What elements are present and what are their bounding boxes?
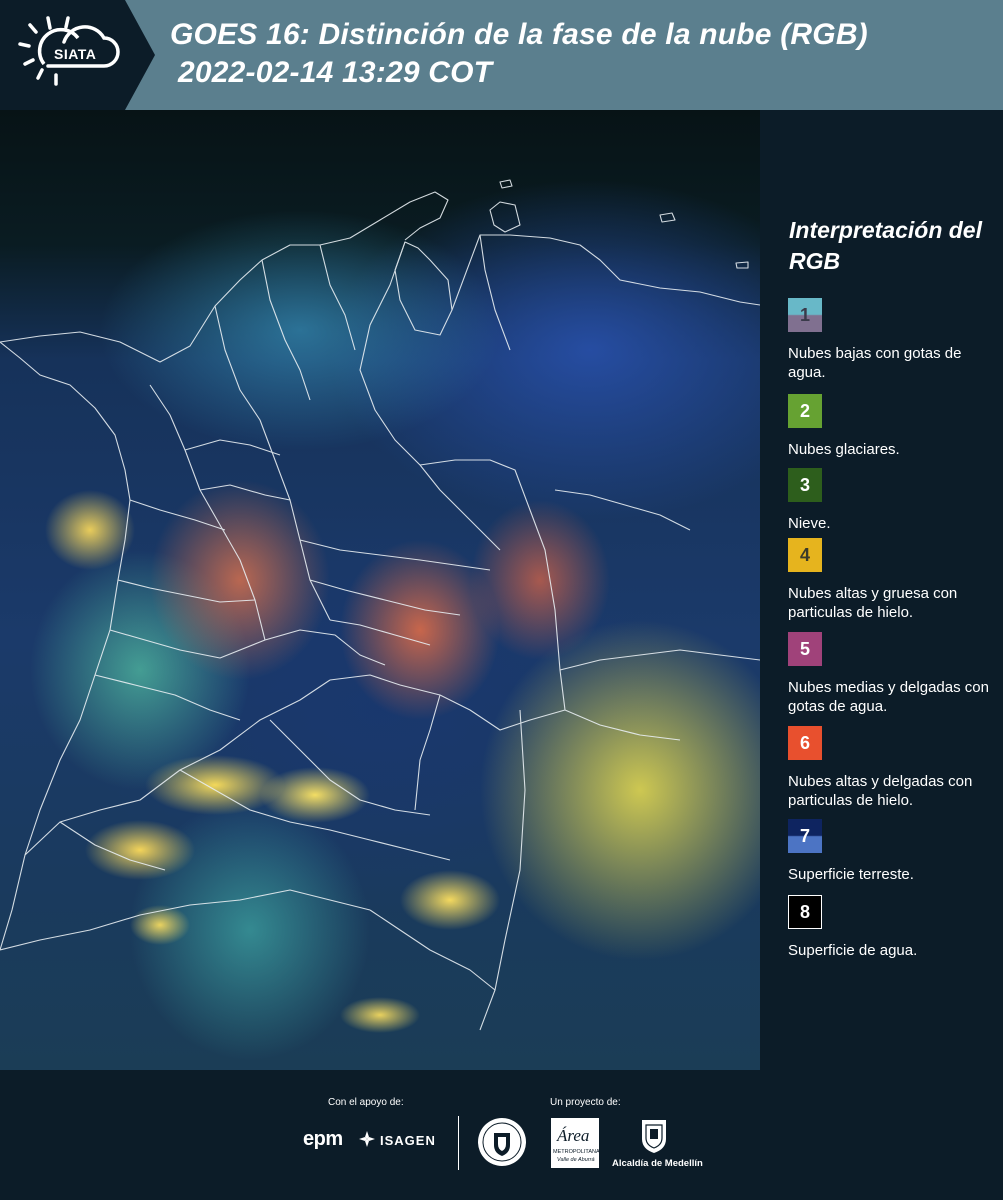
medellin-seal-icon [478,1118,526,1166]
legend-item-5: 5 Nubes medias y delgadas con gotas de a… [788,632,1003,716]
legend-description-2: Nubes glaciares. [788,441,900,458]
legend-swatch-8: 8 [788,895,822,929]
siata-logo: SIATA [0,0,155,110]
legend-item-2: 2 Nubes glaciares. [788,394,1003,459]
title-line-1: GOES 16: Distinción de la fase de la nub… [170,18,868,51]
legend-swatch-2: 2 [788,394,822,428]
epm-logo: epm [303,1128,343,1150]
legend-swatch-7: 7 [788,819,822,853]
support-label: Con el apoyo de: [328,1097,404,1108]
project-label: Un proyecto de: [550,1097,621,1108]
legend-description-4: Nubes altas y gruesa con particulas de h… [788,585,958,621]
legend-title: Interpretación del RGB [789,217,982,274]
footer-divider [458,1116,459,1170]
logo-text: SIATA [54,46,97,62]
legend-number-2: 2 [799,400,810,421]
title-line-2: 2022-02-14 13:29 COT [178,56,493,89]
satellite-map[interactable] [0,110,760,1070]
legend-description-7: Superficie terreste. [788,866,914,883]
legend-item-7: 7 Superficie terreste. [788,819,1003,884]
legend-item-4: 4 Nubes altas y gruesa con particulas de… [788,538,1003,622]
legend-item-8: 8 Superficie de agua. [788,895,1003,960]
legend-item-6: 6 Nubes altas y delgadas con particulas … [788,726,1003,810]
legend-item-3: 3 Nieve. [788,468,1003,533]
legend-number-8: 8 [799,901,810,922]
legend-number-5: 5 [799,638,810,659]
legend-description-5: Nubes medias y delgadas con gotas de agu… [788,679,989,715]
legend-swatch-3: 3 [788,468,822,502]
rgb-legend: Interpretación del RGB 1 Nubes bajas con… [760,110,1003,1070]
legend-swatch-1: 1 [788,298,822,332]
area-logo-sub2: Valle de Aburrá [557,1157,595,1163]
isagen-logo: ISAGEN [380,1133,436,1148]
country-borders [0,179,760,1031]
legend-number-6: 6 [799,732,810,753]
legend-description-3: Nieve. [788,515,831,532]
area-logo-title: Área [557,1126,590,1145]
legend-swatch-5: 5 [788,632,822,666]
area-metropolitana-logo: Área METROPOLITANA Valle de Aburrá [551,1118,600,1168]
legend-number-1: 1 [799,304,810,325]
page-title: GOES 16: Distinción de la fase de la nub… [170,16,868,92]
legend-description-6: Nubes altas y delgadas con particulas de… [788,773,973,809]
header-bar: SIATA GOES 16: Distinción de la fase de … [0,0,1003,110]
legend-number-3: 3 [799,474,810,495]
legend-description-1: Nubes bajas con gotas de agua. [788,345,962,381]
isagen-icon [359,1131,375,1147]
legend-number-4: 4 [799,544,810,565]
alcaldia-label: Alcaldía de Medellín [612,1158,703,1169]
legend-item-1: 1 Nubes bajas con gotas de agua. [788,298,1003,382]
footer: Con el apoyo de: Un proyecto de: epm ISA… [0,1070,1003,1200]
legend-number-7: 7 [799,825,810,846]
legend-swatch-4: 4 [788,538,822,572]
legend-swatch-6: 6 [788,726,822,760]
area-logo-sub1: METROPOLITANA [553,1149,600,1155]
alcaldia-shield-icon [642,1120,666,1153]
legend-description-8: Superficie de agua. [788,942,918,959]
